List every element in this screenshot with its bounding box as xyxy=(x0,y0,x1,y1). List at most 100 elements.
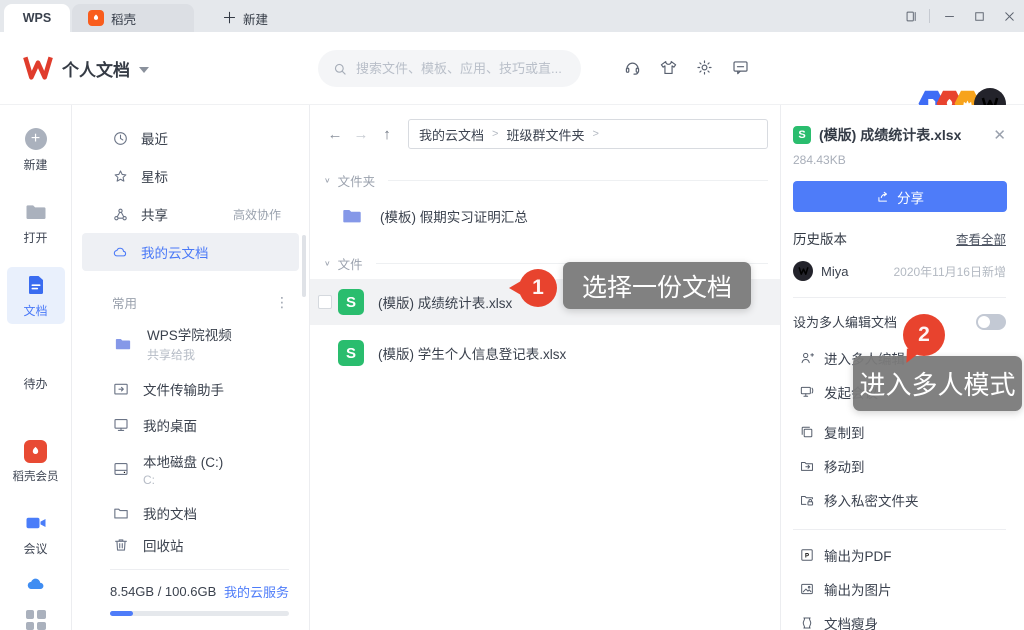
up-arrow-button[interactable]: ↑ xyxy=(376,122,398,146)
doc-slim-icon xyxy=(799,615,815,630)
new-tab-button[interactable]: ＋ 新建 xyxy=(208,4,282,32)
author-name: Miya xyxy=(821,264,848,279)
more-dots-icon[interactable]: ⋮ xyxy=(275,294,289,311)
sidebar-item-meeting[interactable]: 会议 xyxy=(7,505,65,562)
collab-badge: 高效协作 xyxy=(233,206,281,223)
tab-docer-label: 稻壳 xyxy=(111,9,136,28)
workspace-title[interactable]: 个人文档 xyxy=(62,56,130,81)
detail-filename: (模版) 成绩统计表.xlsx xyxy=(819,125,961,145)
cloud-service-link[interactable]: 我的云服务 xyxy=(224,582,289,601)
scrollbar-thumb[interactable] xyxy=(302,235,306,297)
breadcrumb-toolbar: ← → ↑ 我的云文档 > 班级群文件夹 > xyxy=(324,119,768,149)
action-move-to-private[interactable]: 移入私密文件夹 xyxy=(793,489,1006,511)
sidebar-item-new[interactable]: + 新建 xyxy=(7,121,65,178)
wps-logo-icon xyxy=(22,53,54,83)
new-plus-icon: + xyxy=(24,127,48,151)
entry-local-disk-c[interactable]: 本地磁盘 (C:) C: xyxy=(82,443,299,495)
file-size: 284.43KB xyxy=(793,153,1006,167)
step-2-tooltip: 进入多人模式 xyxy=(853,356,1022,411)
sidebar-item-todo[interactable]: 待办 xyxy=(7,340,65,397)
sidebar-item-docer-member[interactable]: 稻壳会员 xyxy=(7,433,65,489)
sidebar-item-open[interactable]: 打开 xyxy=(7,194,65,251)
tab-wps[interactable]: WPS xyxy=(4,4,70,32)
chevron-down-icon: ∨ xyxy=(324,259,331,268)
meeting-icon xyxy=(799,384,815,400)
breadcrumb-item-cloud-docs[interactable]: 我的云文档 xyxy=(419,125,484,144)
star-icon xyxy=(112,168,129,185)
nav-item-my-cloud-docs[interactable]: 我的云文档 xyxy=(82,233,299,271)
divider xyxy=(793,297,1006,298)
divider xyxy=(110,569,289,570)
search-box[interactable] xyxy=(318,50,581,87)
tab-docer[interactable]: 稻壳 xyxy=(72,4,194,32)
breadcrumb[interactable]: 我的云文档 > 班级群文件夹 > xyxy=(408,119,768,149)
breadcrumb-item-class-folder[interactable]: 班级群文件夹 xyxy=(506,125,584,144)
document-icon xyxy=(24,273,48,297)
close-button[interactable] xyxy=(994,0,1024,32)
transfer-folder-icon xyxy=(112,380,130,398)
back-arrow-button[interactable]: ← xyxy=(324,122,346,146)
wps-home-window: WPS 稻壳 ＋ 新建 个人文档 xyxy=(0,0,1024,630)
nav-item-shared[interactable]: 共享 高效协作 xyxy=(82,195,299,233)
tab-list-icon[interactable] xyxy=(895,0,925,32)
documents-folder-icon xyxy=(112,504,130,522)
open-folder-icon xyxy=(24,200,48,224)
window-controls xyxy=(895,0,1024,32)
step-2-marker: 2 xyxy=(903,314,945,356)
share-icon xyxy=(112,206,129,223)
step-1-marker: 1 xyxy=(519,269,557,307)
detail-header: S (模版) 成绩统计表.xlsx ✕ xyxy=(793,125,1006,145)
folders-section-header[interactable]: ∨ 文件夹 xyxy=(324,171,768,190)
entry-recycle-bin[interactable]: 回收站 xyxy=(82,531,299,559)
search-input[interactable] xyxy=(356,61,567,76)
entry-my-documents[interactable]: 我的文档 xyxy=(82,495,299,531)
entry-wps-academy[interactable]: WPS学院视频 共享给我 xyxy=(82,316,299,371)
action-export-pdf[interactable]: 输出为PDF xyxy=(793,544,1006,566)
promo-cloud-icon[interactable] xyxy=(7,570,65,598)
action-export-image[interactable]: 输出为图片 xyxy=(793,578,1006,600)
desktop-icon xyxy=(112,416,130,434)
cloud-icon xyxy=(112,244,129,261)
spreadsheet-file-icon: S xyxy=(338,340,364,366)
action-doc-slim[interactable]: 文档瘦身 xyxy=(793,612,1006,630)
file-row-student-info[interactable]: S (模版) 学生个人信息登记表.xlsx xyxy=(310,331,780,375)
action-move-to[interactable]: 移动到 xyxy=(793,455,1006,477)
multi-edit-label: 设为多人编辑文档 xyxy=(793,312,897,331)
move-folder-icon xyxy=(799,458,815,474)
chevron-down-icon[interactable] xyxy=(139,67,149,73)
support-headset-icon[interactable] xyxy=(622,57,643,78)
header-icons xyxy=(622,57,751,78)
storage-row: 8.54GB / 100.6GB 我的云服务 xyxy=(110,582,289,601)
docer-flame-icon xyxy=(88,10,104,26)
tab-wps-label: WPS xyxy=(23,11,51,25)
forward-arrow-button[interactable]: → xyxy=(350,122,372,146)
spreadsheet-file-icon: S xyxy=(338,289,364,315)
sidebar-item-documents[interactable]: 文档 xyxy=(7,267,65,324)
pdf-icon xyxy=(799,547,815,563)
multi-edit-toggle[interactable] xyxy=(976,314,1006,330)
apps-grid-icon xyxy=(24,608,48,630)
folder-icon xyxy=(338,205,366,227)
author-avatar xyxy=(793,261,813,281)
action-copy-to[interactable]: 复制到 xyxy=(793,421,1006,443)
sidebar-item-apps[interactable]: 应用 xyxy=(7,602,65,630)
clock-icon xyxy=(112,130,129,147)
close-panel-icon[interactable]: ✕ xyxy=(993,128,1006,143)
nav-item-starred[interactable]: 星标 xyxy=(82,157,299,195)
entry-my-desktop[interactable]: 我的桌面 xyxy=(82,407,299,443)
spreadsheet-file-icon: S xyxy=(793,126,811,144)
folder-row-internship[interactable]: (模板) 假期实习证明汇总 xyxy=(310,196,780,236)
chevron-right-icon: > xyxy=(592,128,598,140)
settings-gear-icon[interactable] xyxy=(694,57,715,78)
view-all-link[interactable]: 查看全部 xyxy=(956,229,1006,248)
theme-shirt-icon[interactable] xyxy=(658,57,679,78)
minimize-button[interactable] xyxy=(934,0,964,32)
entry-file-transfer[interactable]: 文件传输助手 xyxy=(82,371,299,407)
nav-item-recent[interactable]: 最近 xyxy=(82,119,299,157)
share-button[interactable]: 分享 xyxy=(793,181,1007,212)
maximize-button[interactable] xyxy=(964,0,994,32)
storage-progress-bar xyxy=(110,611,289,616)
feedback-chat-icon[interactable] xyxy=(730,57,751,78)
share-arrow-icon xyxy=(876,190,890,204)
row-checkbox[interactable] xyxy=(318,295,332,309)
